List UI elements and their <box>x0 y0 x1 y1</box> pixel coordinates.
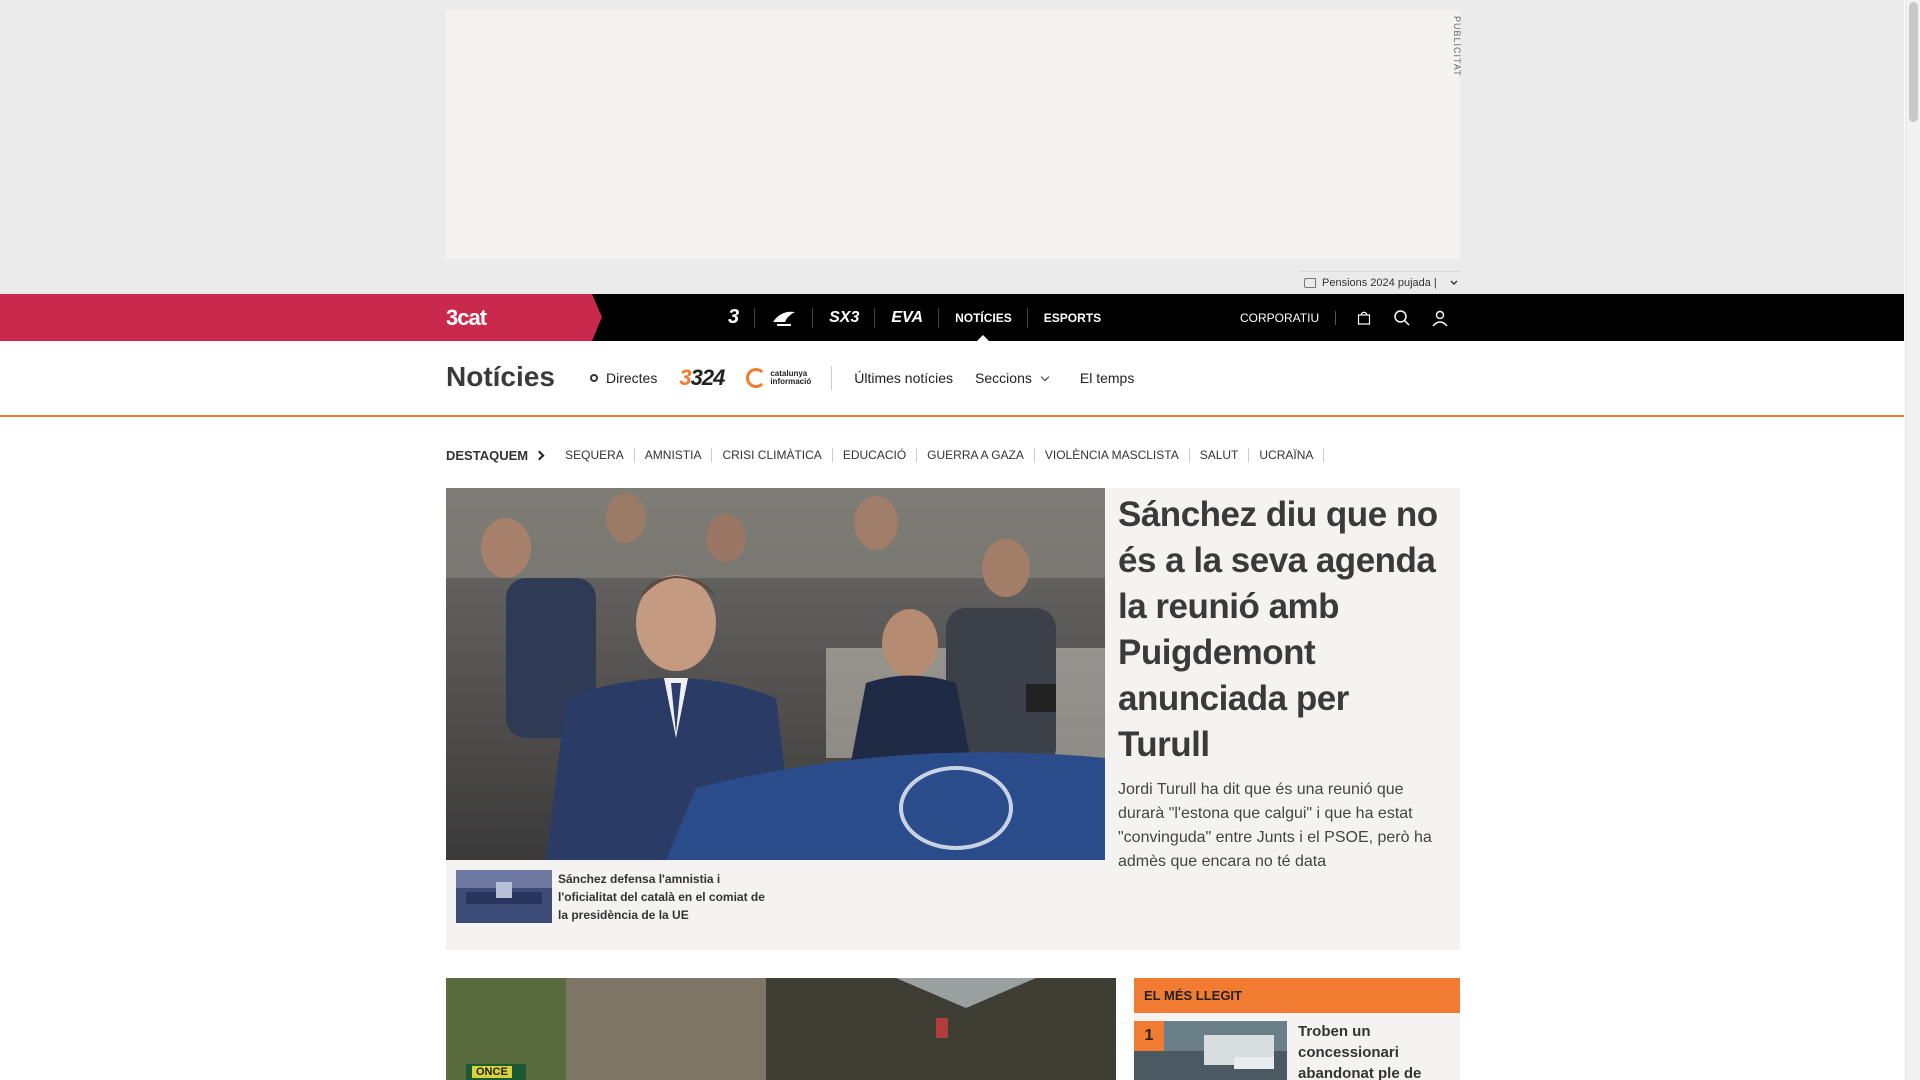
related-story-title[interactable]: Sánchez defensa l'amnistia i l'oficialit… <box>558 870 768 924</box>
tag-link[interactable]: UCRAÏNA <box>1249 448 1325 462</box>
most-read-thumbnail[interactable]: 1 <box>1134 1021 1287 1080</box>
nav-item-tv3[interactable]: 3 <box>712 294 756 341</box>
lead-story: Sánchez diu que no és a la seva agenda l… <box>446 488 1460 950</box>
nav-items: 3 SX3 EVA NOTÍCIES ESPORTS <box>712 294 1117 341</box>
tag-link[interactable]: EDUCACIÓ <box>833 448 918 462</box>
tag-link[interactable]: AMNISTIA <box>635 448 713 462</box>
most-read-item[interactable]: 1 Troben un concessionari abandonat ple … <box>1134 1021 1460 1080</box>
nav-item-corporatiu[interactable]: CORPORATIU <box>1240 310 1337 325</box>
parliament-photo <box>446 488 1105 860</box>
scrollbar-thumb[interactable] <box>1909 2 1918 122</box>
lead-story-summary: Jordi Turull ha dit que és una reunió qu… <box>1118 781 1432 870</box>
user-icon[interactable] <box>1430 308 1450 328</box>
nav-right: CORPORATIU <box>1240 294 1450 341</box>
ad-zone: PUBLICITAT Pensions 2024 pujada | <box>0 0 1904 294</box>
ad-label: PUBLICITAT <box>1452 16 1462 77</box>
tag-icon <box>1304 277 1316 288</box>
chamber-photo <box>456 870 552 923</box>
nav-item-sx3[interactable]: SX3 <box>813 294 876 341</box>
shopping-bag-icon[interactable] <box>1354 308 1374 328</box>
most-read-title[interactable]: Troben un concessionari abandonat ple de <box>1298 1021 1448 1080</box>
most-read-panel: EL MÉS LLEGIT 1 Troben un concessionari … <box>1134 978 1460 1080</box>
nav-item-noticies[interactable]: NOTÍCIES <box>939 294 1028 341</box>
nav-item-esports[interactable]: ESPORTS <box>1028 294 1117 341</box>
highlight-lead-label: DESTAQUEM <box>446 447 529 463</box>
tag-link[interactable]: CRISI CLIMÀTICA <box>712 448 833 462</box>
nav-item-catradio[interactable] <box>755 294 814 341</box>
ad-banner[interactable] <box>446 10 1460 259</box>
nav-item-eva[interactable]: EVA <box>875 294 939 341</box>
catinfo-line2: informació <box>770 377 812 386</box>
sections-dropdown[interactable]: Seccions <box>975 370 1050 386</box>
once-sign: ONCE <box>472 1066 512 1078</box>
highlight-lead[interactable]: DESTAQUEM <box>446 447 545 463</box>
chevron-down-icon <box>1450 280 1458 285</box>
brand-area: 3cat <box>0 294 602 341</box>
latest-news-link[interactable]: Últimes notícies <box>854 370 953 386</box>
most-read-rank: 1 <box>1134 1021 1164 1051</box>
catradio-logo-icon <box>773 311 796 326</box>
related-story-thumbnail[interactable] <box>456 870 552 923</box>
sections-label: Seccions <box>975 370 1032 386</box>
page-title[interactable]: Notícies <box>446 361 555 393</box>
search-icon[interactable] <box>1392 308 1412 328</box>
weather-link[interactable]: El temps <box>1080 370 1134 386</box>
lead-story-headline[interactable]: Sánchez diu que no és a la seva agenda l… <box>1118 492 1448 768</box>
324-logo[interactable]: 3324 <box>679 365 725 391</box>
chevron-down-icon <box>1040 372 1050 382</box>
section-links: Directes 3324 catalunya informació Últime… <box>590 363 1134 393</box>
catalunya-informacio-logo[interactable]: catalunya informació <box>746 366 833 390</box>
page-scrollbar[interactable] <box>1905 0 1920 1080</box>
highlight-tags: DESTAQUEM SEQUERA AMNISTIA CRISI CLIMÀTI… <box>446 446 1325 464</box>
related-story[interactable]: Sánchez defensa l'amnistia i l'oficialit… <box>456 870 768 924</box>
live-link[interactable]: Directes <box>590 370 657 386</box>
trending-topic-label: Pensions 2024 pujada | <box>1322 276 1437 289</box>
tag-link[interactable]: SALUT <box>1190 448 1250 462</box>
tag-link[interactable]: VIOLÈNCIA MASCLISTA <box>1035 448 1190 462</box>
tag-link[interactable]: GUERRA A GAZA <box>917 448 1035 462</box>
most-read-header: EL MÉS LLEGIT <box>1134 978 1460 1013</box>
live-broadcast-icon <box>590 374 598 382</box>
section-header: Notícies Directes 3324 catalunya informac… <box>0 341 1904 417</box>
trending-topic[interactable]: Pensions 2024 pujada | <box>1300 271 1460 293</box>
live-label: Directes <box>606 370 658 386</box>
catinfo-circle-icon <box>746 368 767 388</box>
lead-story-text: Sánchez diu que no és a la seva agenda l… <box>1118 492 1448 874</box>
main-navbar: 3cat 3 SX3 EVA NOTÍCIES ESPORTS CORPORAT… <box>0 294 1904 341</box>
street-photo <box>446 978 1116 1080</box>
3cat-logo[interactable]: 3cat <box>446 305 487 331</box>
chevron-right-icon <box>534 450 545 460</box>
tag-link[interactable]: SEQUERA <box>555 448 635 462</box>
secondary-story-image[interactable]: ONCE <box>446 978 1116 1080</box>
lead-story-image[interactable] <box>446 488 1105 860</box>
